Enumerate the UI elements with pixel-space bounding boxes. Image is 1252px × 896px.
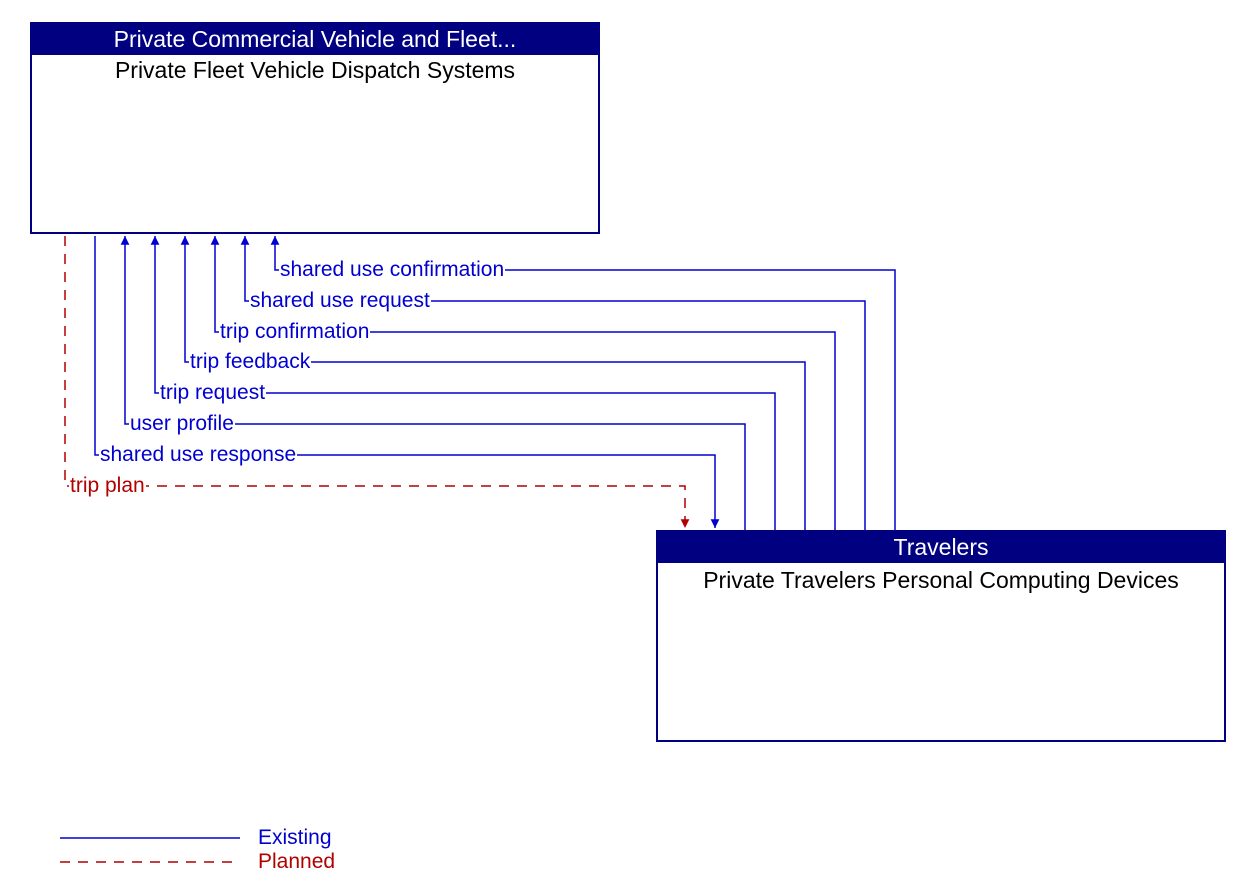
node-travelers-devices-header: Travelers xyxy=(658,532,1224,563)
flow-trip-plan-label: trip plan xyxy=(69,474,146,498)
flow-trip-request-label: trip request xyxy=(159,381,266,405)
legend-planned-label: Planned xyxy=(258,850,335,874)
flow-trip-feedback-label: trip feedback xyxy=(189,350,311,374)
flow-shared-use-confirmation-label: shared use confirmation xyxy=(279,258,505,282)
node-travelers-devices[interactable]: Travelers Private Travelers Personal Com… xyxy=(656,530,1226,742)
flow-trip-confirmation-label: trip confirmation xyxy=(219,320,370,344)
flow-shared-use-request-label: shared use request xyxy=(249,289,431,313)
node-fleet-dispatch-body: Private Fleet Vehicle Dispatch Systems xyxy=(32,55,598,86)
node-fleet-dispatch-header: Private Commercial Vehicle and Fleet... xyxy=(32,24,598,55)
node-travelers-devices-body: Private Travelers Personal Computing Dev… xyxy=(658,563,1224,596)
legend-existing-label: Existing xyxy=(258,826,332,850)
flow-user-profile-label: user profile xyxy=(129,412,235,436)
node-fleet-dispatch[interactable]: Private Commercial Vehicle and Fleet... … xyxy=(30,22,600,234)
flow-shared-use-response-label: shared use response xyxy=(99,443,297,467)
